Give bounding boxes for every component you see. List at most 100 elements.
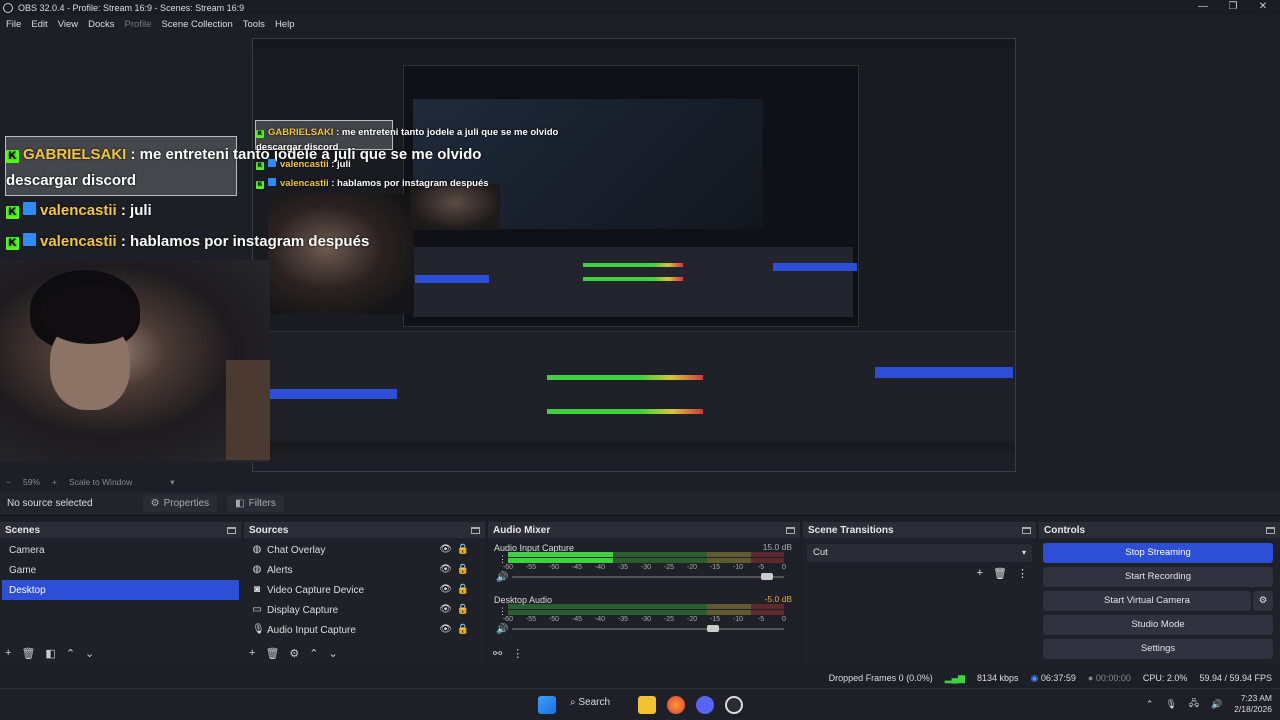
link-icon[interactable]: ⚯ xyxy=(493,647,502,660)
scene-item-game[interactable]: Game xyxy=(2,560,239,580)
source-item-chat-overlay[interactable]: ◍ Chat Overlay 👁 🔒 xyxy=(244,540,485,560)
undock-icon[interactable] xyxy=(471,526,480,534)
menu-profile[interactable]: Profile xyxy=(125,19,152,30)
volume-knob[interactable] xyxy=(706,625,719,632)
meter-segment-green xyxy=(508,558,707,563)
window-title: OBS 32.0.4 - Profile: Stream 16:9 - Scen… xyxy=(18,2,245,13)
speaker-icon[interactable]: 🔊 xyxy=(496,624,508,635)
start-virtual-camera-button[interactable]: Start Virtual Camera xyxy=(1043,591,1251,611)
eye-icon[interactable]: 👁 xyxy=(439,624,452,635)
scale-mode-select[interactable]: Scale to Window ▾ xyxy=(69,477,175,488)
add-icon[interactable]: + xyxy=(5,647,11,660)
volume-slider[interactable] xyxy=(512,625,784,632)
source-item-display-capture[interactable]: ▭ Display Capture 👁 🔒 xyxy=(244,600,485,620)
source-item-alerts[interactable]: ◍ Alerts 👁 🔒 xyxy=(244,560,485,580)
transition-select[interactable]: Cut ▾ xyxy=(807,544,1032,562)
bitrate: 8134 kbps xyxy=(976,673,1019,683)
lock-icon[interactable]: 🔒 xyxy=(457,584,469,595)
chat-line-2: Kvalencastii : juli xyxy=(6,202,152,219)
microphone-icon[interactable]: 🎙 xyxy=(1165,699,1176,710)
menu-bar: File Edit View Docks Profile Scene Colle… xyxy=(0,16,1280,32)
virtual-camera-settings-button[interactable]: ⚙ xyxy=(1253,591,1273,611)
menu-tools[interactable]: Tools xyxy=(243,19,265,30)
source-item-audio-input[interactable]: 🎙 Audio Input Capture 👁 🔒 xyxy=(244,620,485,640)
menu-help[interactable]: Help xyxy=(275,19,295,30)
undock-icon[interactable] xyxy=(227,526,236,534)
add-icon[interactable]: + xyxy=(249,647,255,660)
source-item-video-capture[interactable]: ◙ Video Capture Device 👁 🔒 xyxy=(244,580,485,600)
eye-icon[interactable]: 👁 xyxy=(439,584,452,595)
chevron-up-icon[interactable]: ⌃ xyxy=(1146,699,1154,710)
meter-tick-label: -60 xyxy=(502,616,514,623)
arrow-down-icon[interactable]: ⌄ xyxy=(85,647,94,660)
arrow-up-icon[interactable]: ⌃ xyxy=(309,647,318,660)
network-icon[interactable]: 🖧 xyxy=(1189,696,1199,712)
preview-canvas[interactable]: K GABRIELSAKI : me entreteni tanto jodele… xyxy=(0,34,1280,474)
filter-icon[interactable]: ◧ xyxy=(45,647,55,660)
volume-icon[interactable]: 🔊 xyxy=(1211,699,1222,710)
filters-button[interactable]: ◧ Filters xyxy=(227,495,284,512)
scene-item-desktop[interactable]: Desktop xyxy=(2,580,239,600)
arrow-down-icon[interactable]: ⌄ xyxy=(329,647,338,660)
clock[interactable]: 7:23 AM 2/18/2026 xyxy=(1234,693,1272,715)
scenes-dock: Scenes Camera Game Desktop + 🗑 ◧ ⌃ ⌄ xyxy=(0,522,241,665)
controls-dock: Controls Stop Streaming Start Recording … xyxy=(1039,522,1280,665)
eye-icon[interactable]: 👁 xyxy=(439,604,452,615)
undock-icon[interactable] xyxy=(1266,526,1275,534)
studio-mode-button[interactable]: Studio Mode xyxy=(1043,615,1273,635)
zoom-out-button[interactable]: − xyxy=(6,477,11,487)
taskbar-search[interactable]: ⌕ Search xyxy=(570,697,610,708)
microphone-icon: 🎙 xyxy=(252,624,265,635)
meter-tick-label: -5 xyxy=(757,616,765,623)
gear-icon[interactable]: ⚙ xyxy=(289,647,299,660)
lock-icon[interactable]: 🔒 xyxy=(457,624,469,635)
zoom-in-button[interactable]: + xyxy=(52,477,57,487)
obs-taskbar-icon[interactable] xyxy=(725,696,743,714)
discord-icon[interactable] xyxy=(696,696,714,714)
meter-tick-label: -20 xyxy=(686,616,698,623)
settings-button[interactable]: Settings xyxy=(1043,639,1273,659)
minimize-icon[interactable]: — xyxy=(1188,0,1218,15)
menu-view[interactable]: View xyxy=(58,19,78,30)
close-icon[interactable]: ✕ xyxy=(1248,0,1278,15)
maximize-icon[interactable]: ❐ xyxy=(1218,0,1248,15)
meter-tick-label: -60 xyxy=(502,564,514,571)
undock-icon[interactable] xyxy=(786,526,795,534)
menu-edit[interactable]: Edit xyxy=(31,19,47,30)
menu-scene-collection[interactable]: Scene Collection xyxy=(161,19,232,30)
properties-button[interactable]: ⚙ Properties xyxy=(142,495,218,512)
mixer-title: Audio Mixer xyxy=(493,524,551,536)
start-recording-button[interactable]: Start Recording xyxy=(1043,567,1273,587)
globe-icon: ◍ xyxy=(252,564,262,575)
firefox-icon[interactable] xyxy=(667,696,685,714)
arrow-up-icon[interactable]: ⌃ xyxy=(66,647,75,660)
trash-icon[interactable]: 🗑 xyxy=(993,567,1007,580)
stop-streaming-button[interactable]: Stop Streaming xyxy=(1043,543,1273,563)
menu-file[interactable]: File xyxy=(6,19,21,30)
add-icon[interactable]: + xyxy=(977,567,983,580)
meter-tick-label: -30 xyxy=(640,616,652,623)
volume-slider[interactable] xyxy=(512,573,784,580)
menu-docks[interactable]: Docks xyxy=(88,19,114,30)
trash-icon[interactable]: 🗑 xyxy=(265,647,279,660)
meter-segment-yellow xyxy=(706,558,751,563)
scene-item-camera[interactable]: Camera xyxy=(2,540,239,560)
eye-icon[interactable]: 👁 xyxy=(439,564,452,575)
speaker-icon[interactable]: 🔊 xyxy=(496,572,508,583)
lock-icon[interactable]: 🔒 xyxy=(457,604,469,615)
volume-knob[interactable] xyxy=(761,573,774,580)
meter-segment-green xyxy=(508,604,707,609)
windows-start-icon[interactable] xyxy=(538,696,556,714)
meter-tick-label: -55 xyxy=(525,616,537,623)
gear-icon: ⚙ xyxy=(1258,595,1268,606)
undock-icon[interactable] xyxy=(1022,526,1031,534)
lock-icon[interactable]: 🔒 xyxy=(457,564,469,575)
kebab-menu-icon[interactable]: ⋮ xyxy=(1017,567,1028,580)
eye-icon[interactable]: 👁 xyxy=(439,544,452,555)
trash-icon[interactable]: 🗑 xyxy=(21,647,35,660)
lock-icon[interactable]: 🔒 xyxy=(457,544,469,555)
meter-segment-yellow xyxy=(706,552,751,557)
meter-tick-label: -40 xyxy=(594,564,606,571)
file-explorer-icon[interactable] xyxy=(638,696,656,714)
kebab-menu-icon[interactable]: ⋮ xyxy=(512,647,523,660)
